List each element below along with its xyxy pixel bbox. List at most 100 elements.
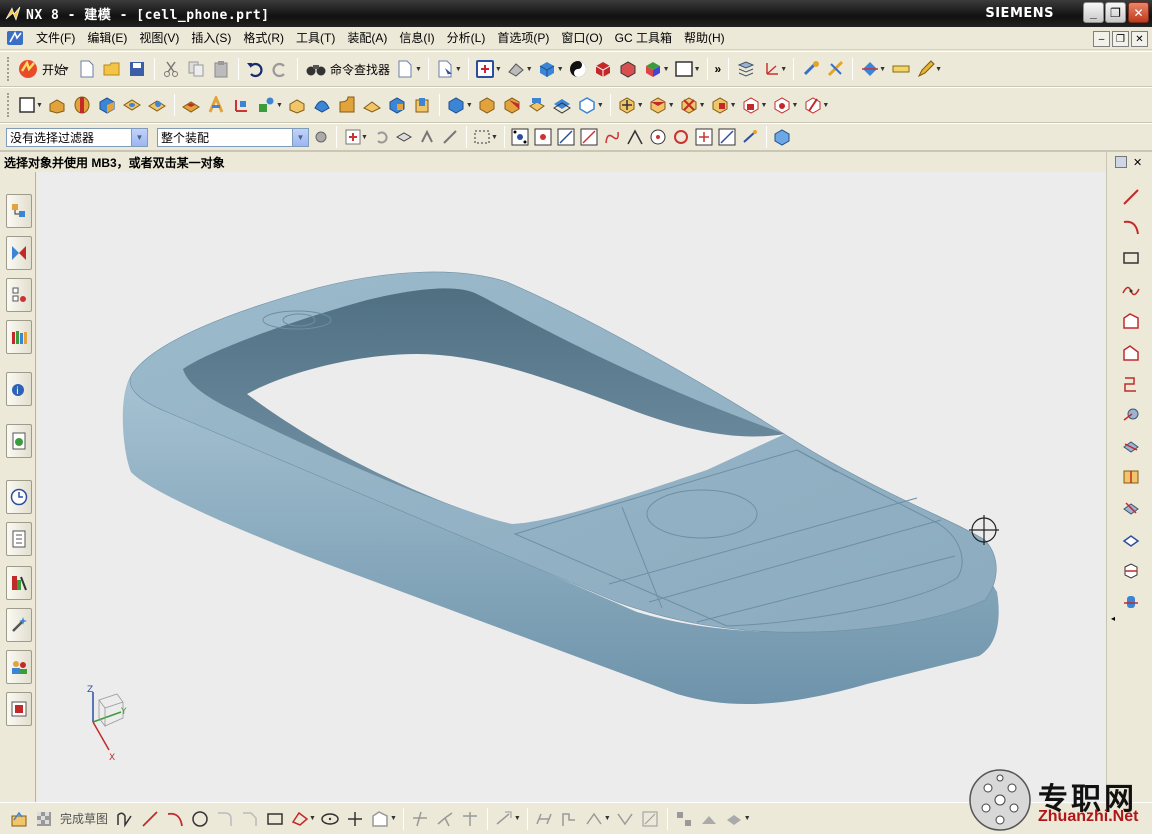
draft-button[interactable] [385, 92, 410, 119]
menu-insert[interactable]: 插入(S) [185, 27, 237, 50]
ruler-button[interactable] [888, 56, 913, 83]
measure-button[interactable] [823, 56, 848, 83]
extract-curve-button[interactable] [1119, 528, 1143, 552]
snap-button[interactable] [798, 56, 823, 83]
menu-gc-toolkit[interactable]: GC 工具箱 [609, 27, 678, 50]
manufacturing-wizards-tab[interactable] [6, 608, 32, 642]
sketch-line-button[interactable] [137, 805, 162, 832]
sketch-circle-button[interactable] [187, 805, 212, 832]
mdi-minimize-button[interactable]: – [1093, 31, 1110, 47]
hd3d-tools-tab[interactable]: i [6, 372, 32, 406]
mdi-close-button[interactable]: ✕ [1131, 31, 1148, 47]
new-file-button[interactable] [75, 56, 100, 83]
sketch-point-button[interactable] [343, 805, 368, 832]
section-view-button[interactable] [591, 56, 616, 83]
hole-button[interactable] [120, 92, 145, 119]
curve-from-curves-button[interactable] [1119, 309, 1143, 333]
face-blend-button[interactable] [335, 92, 360, 119]
mirror-button[interactable] [525, 92, 550, 119]
snap-arc-center-button[interactable] [647, 126, 670, 148]
graphics-window[interactable]: Z Y X [37, 172, 1106, 802]
subtract-button[interactable] [475, 92, 500, 119]
menu-tools[interactable]: 工具(T) [290, 27, 341, 50]
toolbar-overflow-button[interactable]: » [712, 62, 725, 76]
section-curve-button[interactable] [1119, 496, 1143, 520]
web-browser-tab[interactable] [6, 424, 32, 458]
snap-body-button[interactable] [771, 126, 794, 148]
display-mode-button[interactable] [566, 56, 591, 83]
toolbar-grip[interactable] [7, 93, 11, 117]
restore-button[interactable]: ❐ [1105, 2, 1126, 23]
menu-help[interactable]: 帮助(H) [678, 27, 731, 50]
project-curve-button[interactable] [1119, 403, 1143, 427]
groove-button[interactable] [204, 92, 229, 119]
panel-close-icon[interactable]: ✕ [1133, 156, 1142, 169]
snap-curve-button[interactable] [601, 126, 624, 148]
menu-format[interactable]: 格式(R) [237, 27, 290, 50]
arc-tool-button[interactable] [1119, 215, 1143, 239]
menu-edit[interactable]: 编辑(E) [81, 27, 133, 50]
sketch-task-button[interactable] [6, 805, 31, 832]
trim-curve-button[interactable] [1119, 372, 1143, 396]
tangent-faces-button[interactable] [439, 126, 462, 148]
rectangle-tool-button[interactable] [1119, 246, 1143, 270]
roles-tab[interactable] [6, 650, 32, 684]
pattern-button[interactable] [550, 92, 575, 119]
undo-select-button[interactable] [370, 126, 393, 148]
snap-quadrant-button[interactable] [670, 126, 693, 148]
show-constraints-button[interactable] [613, 805, 638, 832]
quick-extend-button[interactable] [433, 805, 458, 832]
command-finder-button[interactable]: 命令查找器 [302, 60, 393, 78]
menu-file[interactable]: 文件(F) [30, 27, 81, 50]
undo-button[interactable] [243, 56, 268, 83]
menu-assemblies[interactable]: 装配(A) [341, 27, 393, 50]
selection-scope-dropdown[interactable]: 整个装配 ▼ [157, 127, 309, 147]
part-navigator-tab[interactable] [6, 278, 32, 312]
mdi-restore-button[interactable]: ❐ [1112, 31, 1129, 47]
menu-preferences[interactable]: 首选项(P) [491, 27, 555, 50]
sketch-rectangle-button[interactable] [262, 805, 287, 832]
convert-reference-button[interactable] [638, 805, 663, 832]
intersection-curve-button[interactable] [1119, 434, 1143, 458]
history-tab[interactable] [6, 480, 32, 514]
extrude-button[interactable] [45, 92, 70, 119]
infer-constraints-button[interactable] [697, 805, 722, 832]
menu-view[interactable]: 视图(V) [133, 27, 185, 50]
finish-sketch-button[interactable] [31, 805, 56, 832]
datum-button[interactable] [229, 92, 254, 119]
feature-face-button[interactable] [416, 126, 439, 148]
type-filter-dropdown[interactable]: 没有选择过滤器 ▼ [6, 127, 148, 147]
sketch-fillet-button[interactable] [212, 805, 237, 832]
redo-button[interactable] [268, 56, 293, 83]
snap-line-button[interactable] [555, 126, 578, 148]
layer-settings-button[interactable] [733, 56, 758, 83]
chamfer-button[interactable] [285, 92, 310, 119]
snap-midpoint-button[interactable] [578, 126, 601, 148]
snap-point-on-curve-button[interactable] [716, 126, 739, 148]
menu-information[interactable]: 信息(I) [393, 27, 440, 50]
sketch-chamfer-button[interactable] [237, 805, 262, 832]
system-materials-tab[interactable] [6, 522, 32, 556]
bridge-curve-button[interactable] [1119, 341, 1143, 365]
boss-button[interactable] [145, 92, 170, 119]
close-button[interactable]: ✕ [1128, 2, 1149, 23]
edge-display-button[interactable] [616, 56, 641, 83]
wrap-curve-button[interactable] [1119, 559, 1143, 583]
copy-button[interactable] [184, 56, 209, 83]
assembly-navigator-tab[interactable] [6, 194, 32, 228]
start-button[interactable]: 开始 ▼ [14, 58, 75, 80]
edge-blend-button[interactable] [310, 92, 335, 119]
cell-phone-model[interactable]: Z Y X [37, 172, 1106, 802]
cylinder-curve-button[interactable] [1119, 590, 1143, 614]
quick-trim-button[interactable] [408, 805, 433, 832]
sketch-ellipse-button[interactable] [318, 805, 343, 832]
snap-endpoint-button[interactable] [532, 126, 555, 148]
constraint-navigator-tab[interactable] [6, 236, 32, 270]
revolve-button[interactable] [70, 92, 95, 119]
panel-dock-icon[interactable] [1115, 156, 1127, 168]
system-scenes-tab[interactable] [6, 692, 32, 726]
isoparametric-curve-button[interactable] [1119, 465, 1143, 489]
shell-button[interactable] [360, 92, 385, 119]
snap-intersection-button[interactable] [624, 126, 647, 148]
scroll-left-icon[interactable]: ◂ [1111, 614, 1115, 623]
